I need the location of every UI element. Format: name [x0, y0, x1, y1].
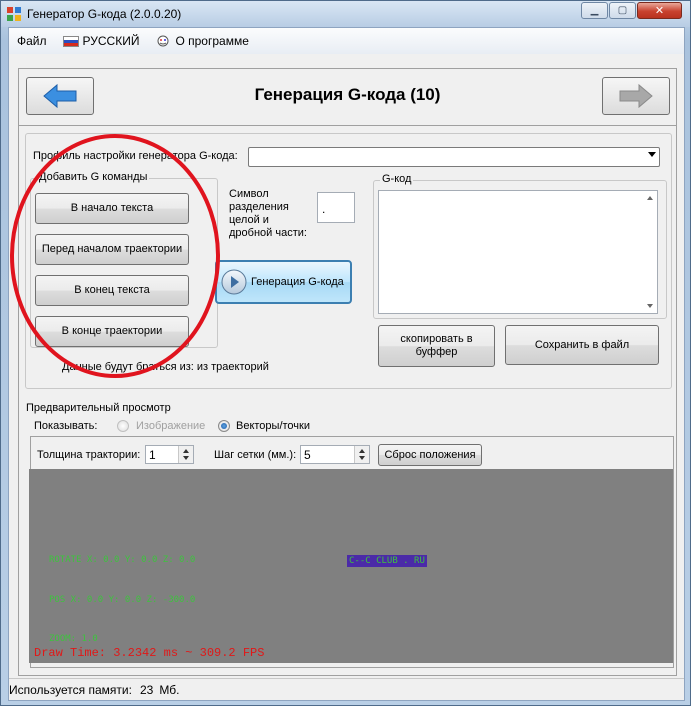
insert-before-trajectory-button[interactable]: Перед началом траектории — [35, 234, 189, 265]
memory-label: Используется памяти: — [9, 682, 132, 697]
close-icon: ✕ — [654, 5, 665, 17]
title-bar: Генератор G-кода (2.0.0.20) ▁ ▢ ✕ — [1, 1, 690, 27]
thickness-stepper-arrows[interactable] — [178, 446, 193, 463]
fps-readout: Draw Time: 3.2342 ms ~ 309.2 FPS — [34, 646, 265, 660]
grid-step-value: 5 — [304, 448, 311, 462]
gcode-title: G-код — [380, 173, 414, 185]
separator-label: Символ разделения целой и дробной части: — [229, 188, 307, 239]
thickness-label: Толщина трактории: — [37, 449, 141, 461]
preview-title: Предварительный просмотр — [26, 402, 171, 414]
copy-to-clipboard-button[interactable]: скопировать в буффер — [378, 325, 495, 367]
add-commands-group: Добавить G команды В начало текста Перед… — [30, 171, 218, 348]
memory-value: 23 — [139, 682, 154, 697]
client-area: Файл РУССКИЙ О программе Генерация G-код… — [8, 27, 685, 701]
window-title: Генератор G-кода (2.0.0.20) — [27, 7, 182, 21]
zoom-readout: ZOOM: 1.0 — [49, 634, 98, 644]
scroll-up-icon — [647, 196, 653, 200]
status-bar: Используется памяти: 23 Мб. — [9, 678, 684, 700]
thickness-stepper[interactable]: 1 — [145, 445, 194, 464]
play-icon — [221, 269, 247, 295]
grid-step-stepper[interactable]: 5 — [300, 445, 370, 464]
menu-language[interactable]: РУССКИЙ — [55, 30, 148, 52]
insert-at-text-start-button[interactable]: В начало текста — [35, 193, 189, 224]
gcode-scrollbar[interactable] — [643, 191, 657, 313]
grid-step-stepper-arrows[interactable] — [354, 446, 369, 463]
gcode-textarea[interactable] — [378, 190, 658, 314]
menu-about[interactable]: О программе — [147, 30, 256, 52]
scroll-down-icon — [647, 304, 653, 308]
menu-language-label: РУССКИЙ — [82, 34, 140, 48]
app-window: Генератор G-кода (2.0.0.20) ▁ ▢ ✕ Файл Р… — [0, 0, 691, 706]
grid-step-label: Шаг сетки (мм.): — [214, 449, 297, 461]
menu-bar: Файл РУССКИЙ О программе — [9, 28, 684, 54]
settings-group: Профиль настройки генератора G-кода: Доб… — [25, 133, 672, 389]
radio-vectors-label: Векторы/точки — [236, 420, 310, 432]
rotate-readout: ROTATE X: 0.0 Y: 0.0 Z: 0.0 — [49, 555, 196, 565]
reset-position-button[interactable]: Сброс положения — [378, 444, 482, 466]
insert-after-trajectory-button[interactable]: В конце траектории — [35, 316, 189, 347]
radio-image-label: Изображение — [136, 420, 206, 432]
show-label: Показывать: — [34, 420, 98, 432]
forward-arrow-icon — [619, 83, 653, 109]
about-icon — [157, 35, 169, 47]
close-button[interactable]: ✕ — [637, 2, 682, 19]
menu-file-label: Файл — [17, 34, 47, 48]
separator-input[interactable]: . — [317, 192, 355, 223]
menu-file[interactable]: Файл — [9, 30, 55, 52]
minimize-button[interactable]: ▁ — [581, 2, 608, 19]
maximize-button[interactable]: ▢ — [609, 2, 636, 19]
page-title: Генерация G-кода (10) — [254, 85, 441, 104]
forward-button[interactable] — [602, 77, 670, 115]
pos-readout: POS X: 0.0 Y: 0.0 Z: -300.0 — [49, 595, 196, 605]
minimize-icon: ▁ — [590, 5, 599, 16]
app-icon — [7, 7, 21, 21]
watermark-logo: C--C CLUB . RU — [347, 555, 427, 567]
maximize-icon: ▢ — [617, 5, 628, 16]
generate-gcode-button[interactable]: Генерация G-кода — [215, 260, 352, 304]
chevron-down-icon — [648, 152, 656, 157]
memory-unit: Мб. — [159, 682, 180, 697]
header-divider — [19, 125, 676, 126]
preview-viewport[interactable]: ROTATE X: 0.0 Y: 0.0 Z: 0.0 POS X: 0.0 Y… — [29, 469, 673, 663]
profile-select[interactable] — [248, 147, 660, 167]
russia-flag-icon — [62, 35, 79, 47]
thickness-value: 1 — [149, 448, 156, 462]
radio-image[interactable] — [117, 420, 129, 432]
profile-label: Профиль настройки генератора G-кода: — [33, 150, 238, 162]
generate-gcode-label: Генерация G-кода — [251, 275, 344, 288]
menu-about-label: О программе — [175, 34, 249, 48]
insert-at-text-end-button[interactable]: В конец текста — [35, 275, 189, 306]
gcode-group: G-код — [373, 173, 667, 319]
radio-vectors[interactable] — [218, 420, 230, 432]
data-source-label: Данные будут браться из: из траекторий — [62, 361, 269, 373]
save-to-file-button[interactable]: Сохранить в файл — [505, 325, 659, 365]
add-commands-title: Добавить G команды — [37, 171, 150, 183]
